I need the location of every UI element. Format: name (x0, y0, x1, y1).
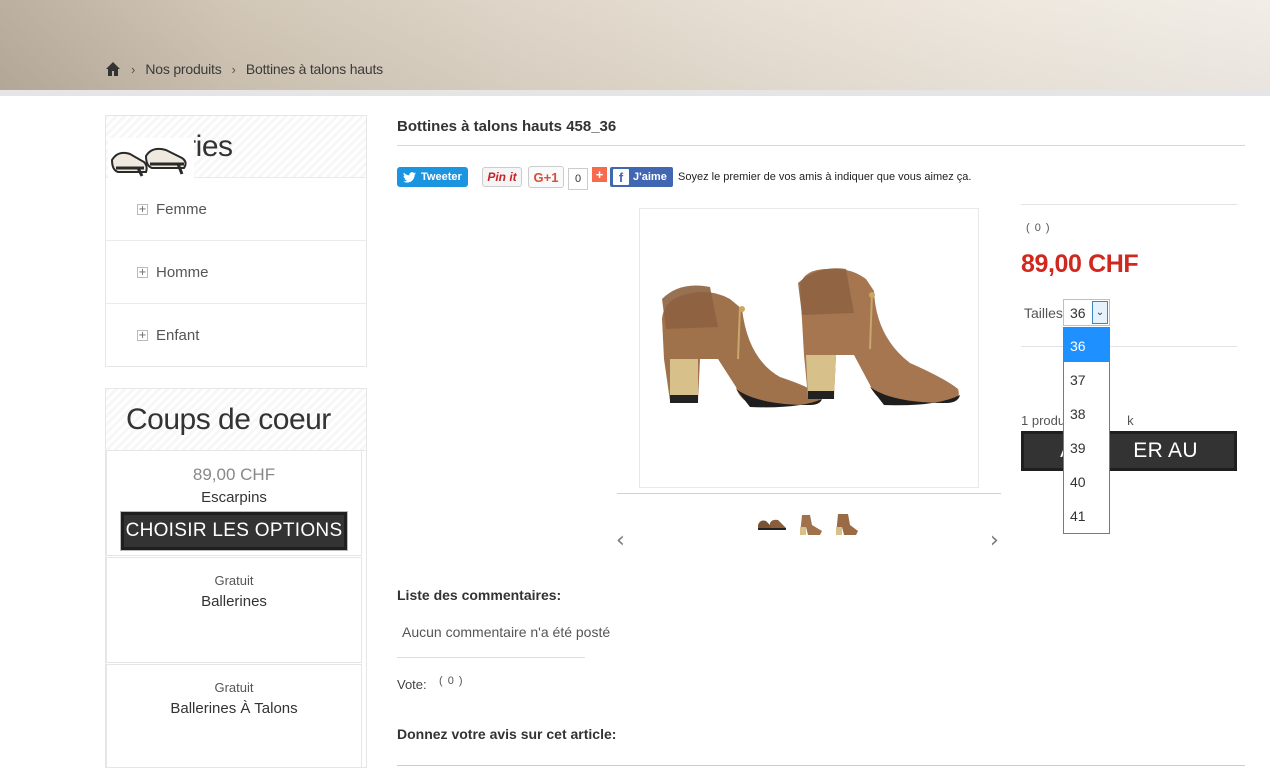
divider (1021, 346, 1237, 347)
favorite-product-card[interactable]: Gratuit Ballerines (106, 557, 362, 663)
product-price: Gratuit (214, 680, 254, 695)
chevron-down-icon[interactable]: ⌄ (1092, 301, 1108, 324)
home-icon[interactable] (105, 61, 121, 77)
facebook-social-text: Soyez le premier de vos amis à indiquer … (678, 171, 972, 183)
size-select[interactable]: 36 ⌄ (1063, 299, 1110, 326)
product-rating: ( 0 ) (1026, 222, 1051, 234)
thumbnails-divider (617, 493, 1001, 494)
add-to-cart-button[interactable]: AJER AU PANIER (1021, 431, 1237, 496)
favorites-header: Coups de coeur (106, 389, 366, 451)
category-label[interactable]: Femme (156, 201, 207, 218)
chevron-right-icon: › (131, 61, 136, 77)
product-price: 89,00 CHF (192, 465, 276, 484)
tweet-button[interactable]: Tweeter (397, 167, 468, 187)
review-title: Donnez votre avis sur cet article: (397, 726, 617, 742)
breadcrumb: › Nos produits › Bottines à talons hauts (105, 58, 383, 80)
divider (397, 657, 585, 658)
product-price: 89,00 CHF (1021, 250, 1139, 278)
product-title: Bottines à talons hauts 458_36 (397, 118, 617, 135)
facebook-icon: f (613, 169, 629, 185)
product-thumbnail[interactable] (756, 511, 788, 537)
choose-options-button[interactable]: CHOISIR LES OPTIONS (120, 511, 348, 551)
plus-icon[interactable]: + (137, 330, 148, 341)
vote-label: Vote: (397, 677, 427, 692)
google-plus-button[interactable]: G+1 (528, 166, 564, 188)
pinterest-button[interactable]: Pin it (482, 167, 522, 187)
breadcrumb-current: Bottines à talons hauts (245, 61, 383, 77)
tweet-label[interactable]: Tweeter (421, 171, 462, 183)
plus-icon[interactable]: + (137, 203, 148, 215)
size-option[interactable]: 37 (1064, 362, 1109, 396)
size-option[interactable]: 36 (1064, 328, 1109, 362)
divider (397, 765, 1245, 766)
product-price: Gratuit (214, 573, 254, 588)
size-option[interactable]: 41 (1064, 498, 1109, 532)
product-name[interactable]: Ballerines À Talons (107, 700, 361, 717)
favorites-title: Coups de coeur (126, 403, 331, 436)
product-main-image[interactable] (639, 208, 979, 488)
facebook-like-button[interactable]: f J'aime (610, 167, 673, 187)
addthis-button[interactable]: + (592, 166, 607, 182)
vote-value: ( 0 ) (439, 675, 464, 687)
size-select-value[interactable]: 36 (1070, 305, 1086, 321)
facebook-like-label[interactable]: J'aime (633, 171, 667, 183)
category-enfant[interactable]: + Enfant (106, 304, 366, 367)
size-dropdown-list[interactable]: 36 37 38 39 40 41 (1063, 327, 1110, 534)
chevron-right-icon[interactable]: › (990, 528, 999, 553)
plus-icon[interactable]: + (137, 266, 148, 278)
product-name[interactable]: Ballerines (107, 593, 361, 610)
category-homme[interactable]: + Homme (106, 241, 366, 304)
favorite-product-card[interactable]: 89,00 CHF Escarpins CHOISIR LES OPTIONS (106, 450, 362, 556)
stock-text-tail: k (1127, 413, 1134, 428)
size-label: Tailles (1024, 305, 1063, 321)
product-thumbnail[interactable] (794, 511, 826, 537)
google-plus-count: 0 (568, 168, 588, 190)
size-option[interactable]: 40 (1064, 464, 1109, 498)
stock-text: 1 produ (1021, 413, 1066, 428)
floating-product-thumbnail (108, 138, 194, 188)
product-thumbnail[interactable] (830, 511, 862, 537)
no-comments-text: Aucun commentaire n'a été posté (402, 624, 611, 640)
category-label[interactable]: Homme (156, 264, 209, 281)
header-divider (0, 90, 1270, 96)
breadcrumb-nos-produits[interactable]: Nos produits (145, 61, 221, 77)
size-option[interactable]: 39 (1064, 430, 1109, 464)
twitter-icon (403, 171, 416, 183)
size-option[interactable]: 38 (1064, 396, 1109, 430)
chevron-right-icon: › (231, 61, 236, 77)
product-name[interactable]: Escarpins (107, 489, 361, 506)
social-bar: Tweeter Pin it G+1 0 + f J'aime Soyez le… (397, 166, 972, 190)
chevron-left-icon[interactable]: ‹ (616, 528, 625, 553)
comments-title: Liste des commentaires: (397, 587, 562, 603)
category-label[interactable]: Enfant (156, 327, 199, 344)
favorite-product-card[interactable]: Gratuit Ballerines À Talons (106, 664, 362, 768)
divider (1021, 204, 1237, 205)
divider (397, 145, 1245, 146)
